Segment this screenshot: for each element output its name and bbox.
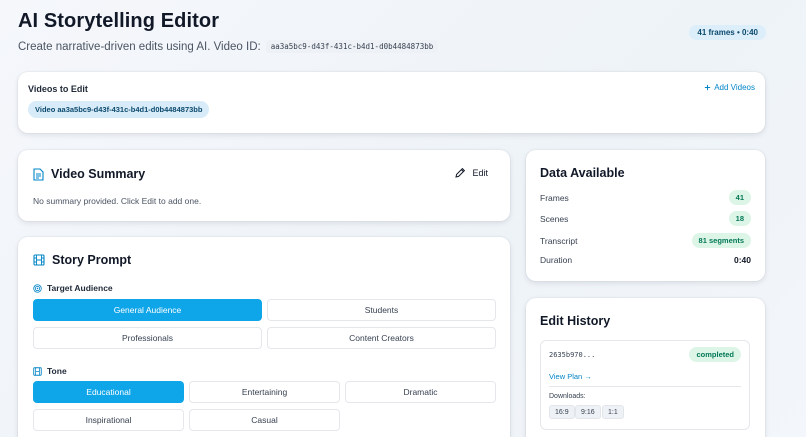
- data-row-scenes: Scenes 18: [540, 211, 751, 226]
- edit-history-card: Edit History 2635b970... completed View …: [526, 298, 765, 437]
- plus-icon: [704, 84, 711, 91]
- data-available-title: Data Available: [540, 166, 625, 180]
- download-16-9-button[interactable]: 16:9: [549, 405, 575, 419]
- tone-option-entertaining[interactable]: Entertaining: [189, 381, 340, 403]
- downloads-label: Downloads:: [549, 393, 586, 400]
- edit-history-title: Edit History: [540, 314, 611, 328]
- videos-card: Videos to Edit Add Videos Video aa3a5bc9…: [18, 72, 765, 133]
- data-row-label: Frames: [540, 192, 569, 203]
- history-entry: 2635b970... completed View Plan → Downlo…: [540, 340, 750, 430]
- tone-label: Tone: [33, 366, 67, 376]
- tone-option-dramatic[interactable]: Dramatic: [345, 381, 496, 403]
- data-row-label: Duration: [540, 255, 573, 265]
- tone-option-educational[interactable]: Educational: [33, 381, 184, 403]
- tone-option-inspirational[interactable]: Inspirational: [33, 409, 184, 431]
- data-row-value: 41: [728, 190, 751, 205]
- edit-hash: 2635b970...: [549, 351, 596, 359]
- target-audience-text: Target Audience: [47, 283, 113, 293]
- story-title: Story Prompt: [52, 253, 132, 267]
- divider: [549, 386, 741, 387]
- data-row-label: Transcript: [540, 235, 578, 246]
- summary-card: Video Summary Edit No summary provided. …: [18, 150, 510, 221]
- videos-label: Videos to Edit: [28, 84, 88, 94]
- story-prompt-card: Story Prompt Target Audience General Aud…: [18, 237, 510, 437]
- data-row-duration: Duration 0:40: [540, 255, 751, 265]
- pencil-icon: [454, 167, 466, 179]
- video-chip[interactable]: Video aa3a5bc9-d43f-431c-b4d1-d0b4484873…: [28, 101, 210, 118]
- edit-label: Edit: [472, 168, 488, 178]
- data-row-value: 18: [728, 211, 751, 226]
- add-videos-label: Add Videos: [714, 83, 755, 92]
- add-videos-button[interactable]: Add Videos: [704, 83, 755, 92]
- subtitle-text: Create narrative-driven edits using AI. …: [18, 40, 261, 53]
- data-row-value: 81 segments: [691, 233, 751, 248]
- audience-option-students[interactable]: Students: [267, 299, 496, 321]
- film-icon: [33, 254, 45, 266]
- edit-summary-button[interactable]: Edit: [454, 167, 488, 179]
- film-icon-small: [33, 366, 42, 376]
- data-row-value: 0:40: [733, 255, 751, 265]
- target-icon: [33, 283, 42, 293]
- audience-option-professionals[interactable]: Professionals: [33, 327, 262, 349]
- tone-option-casual[interactable]: Casual: [189, 409, 340, 431]
- summary-text: No summary provided. Click Edit to add o…: [33, 196, 202, 206]
- frames-badge: 41 frames • 0:40: [689, 25, 766, 40]
- data-row-frames: Frames 41: [540, 190, 751, 205]
- summary-header: Video Summary: [33, 167, 145, 181]
- story-header: Story Prompt: [33, 253, 131, 267]
- video-id-chip: aa3a5bc9-d43f-431c-b4d1-d0b4484873bb: [265, 40, 439, 53]
- page-title: AI Storytelling Editor: [18, 10, 220, 32]
- download-1-1-button[interactable]: 1:1: [602, 405, 624, 419]
- summary-title: Video Summary: [51, 167, 146, 181]
- status-badge: completed: [689, 347, 741, 362]
- audience-option-content-creators[interactable]: Content Creators: [267, 327, 496, 349]
- view-plan-link[interactable]: View Plan →: [549, 372, 592, 381]
- download-9-16-button[interactable]: 9:16: [575, 405, 601, 419]
- tone-text: Tone: [47, 366, 67, 376]
- page-subtitle: Create narrative-driven edits using AI. …: [18, 40, 439, 53]
- audience-option-general[interactable]: General Audience: [33, 299, 262, 321]
- data-available-card: Data Available Frames 41 Scenes 18 Trans…: [526, 150, 765, 281]
- data-row-label: Scenes: [540, 213, 569, 224]
- document-icon: [33, 167, 44, 181]
- target-audience-label: Target Audience: [33, 283, 113, 293]
- data-row-transcript: Transcript 81 segments: [540, 233, 751, 248]
